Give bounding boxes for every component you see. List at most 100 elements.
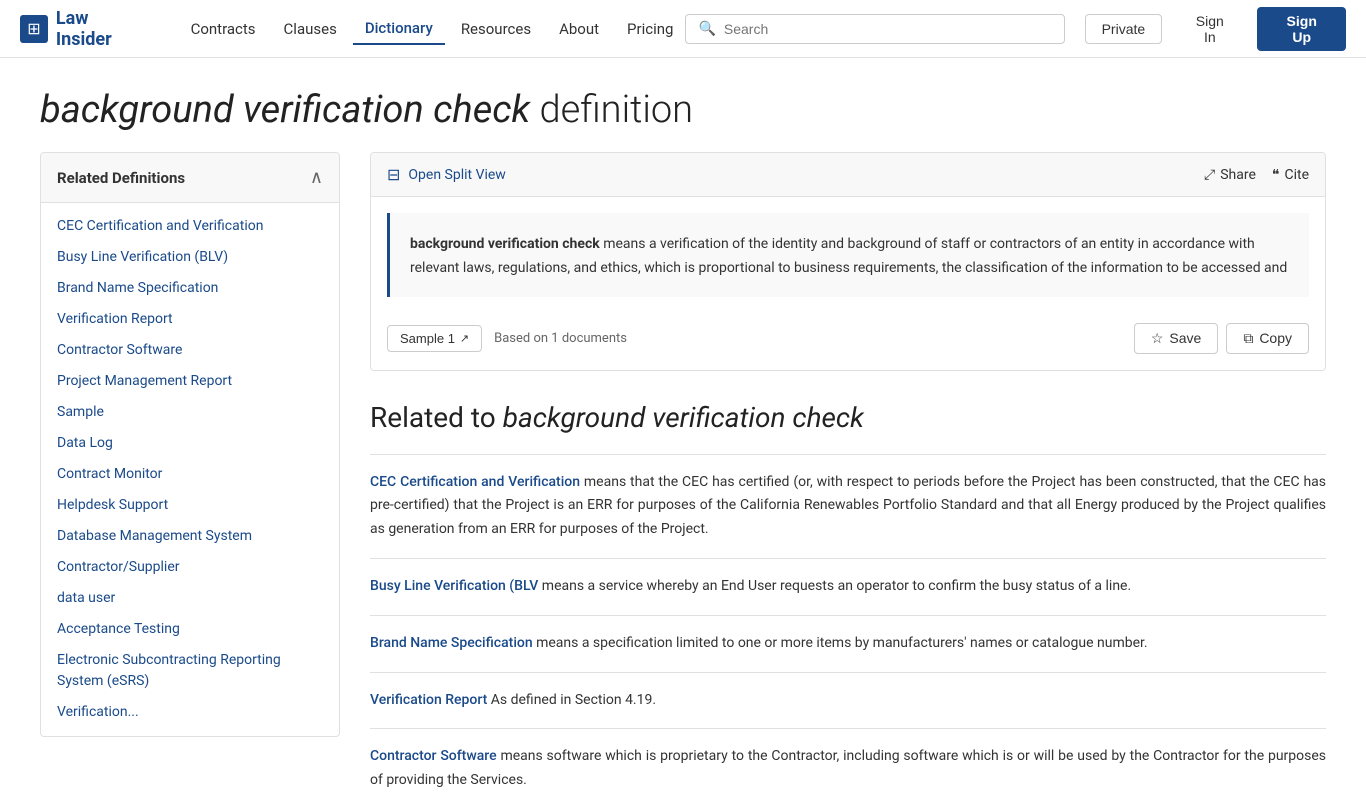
list-item: Project Management Report xyxy=(41,366,339,397)
sign-up-button[interactable]: Sign Up xyxy=(1257,7,1346,51)
related-item-2: Brand Name Specification means a specifi… xyxy=(370,615,1326,672)
share-label: Share xyxy=(1220,167,1256,183)
sign-in-button[interactable]: Sign In xyxy=(1172,7,1247,51)
sidebar-link-3[interactable]: Verification Report xyxy=(57,311,173,327)
sidebar-link-15[interactable]: Verification... xyxy=(57,704,139,720)
search-icon: 🔍 xyxy=(698,21,715,37)
sidebar-link-13[interactable]: Acceptance Testing xyxy=(57,621,180,637)
sidebar-link-11[interactable]: Contractor/Supplier xyxy=(57,559,180,575)
star-icon: ☆ xyxy=(1151,330,1164,347)
sidebar-link-6[interactable]: Sample xyxy=(57,404,104,420)
page-title: background verification check definition xyxy=(40,58,1326,152)
nav-pricing[interactable]: Pricing xyxy=(615,14,685,44)
sidebar-link-1[interactable]: Busy Line Verification (BLV) xyxy=(57,249,228,265)
page-title-suffix: definition xyxy=(530,88,693,132)
list-item: Acceptance Testing xyxy=(41,614,339,645)
related-text-1: Busy Line Verification (BLV means a serv… xyxy=(370,575,1326,599)
related-text-2: Brand Name Specification means a specifi… xyxy=(370,632,1326,656)
sidebar-list: CEC Certification and Verification Busy … xyxy=(41,203,339,736)
logo-icon: ⊞ xyxy=(20,15,48,43)
content-layout: Related Definitions ∧ CEC Certification … xyxy=(40,152,1326,809)
list-item: Contractor/Supplier xyxy=(41,552,339,583)
related-title: Related to background verification check xyxy=(370,401,1326,434)
sidebar-header: Related Definitions ∧ xyxy=(41,153,339,203)
related-item-3: Verification Report As defined in Sectio… xyxy=(370,672,1326,729)
sidebar-link-14[interactable]: Electronic Subcontracting Reporting Syst… xyxy=(57,652,281,689)
list-item: Helpdesk Support xyxy=(41,490,339,521)
nav-clauses[interactable]: Clauses xyxy=(272,14,349,44)
card-footer: Sample 1 ↗ Based on 1 documents ☆ Save ⧉… xyxy=(371,313,1325,370)
private-button[interactable]: Private xyxy=(1085,14,1163,44)
logo[interactable]: ⊞ Law Insider xyxy=(20,8,149,50)
nav-dictionary[interactable]: Dictionary xyxy=(353,13,445,45)
related-content-2: means a specification limited to one or … xyxy=(533,635,1148,651)
related-link-3[interactable]: Verification Report xyxy=(370,692,487,708)
share-button[interactable]: ⤢ Share xyxy=(1204,167,1256,183)
search-bar[interactable]: 🔍 xyxy=(685,14,1064,44)
nav-contracts[interactable]: Contracts xyxy=(179,14,268,44)
sidebar: Related Definitions ∧ CEC Certification … xyxy=(40,152,340,737)
sidebar-link-10[interactable]: Database Management System xyxy=(57,528,252,544)
save-button[interactable]: ☆ Save xyxy=(1134,323,1218,354)
list-item: Contractor Software xyxy=(41,335,339,366)
card-toolbar: ⊟ Open Split View ⤢ Share ❝ Cite xyxy=(371,153,1325,197)
nav-resources[interactable]: Resources xyxy=(449,14,543,44)
cite-label: Cite xyxy=(1284,167,1309,183)
card-footer-right: ☆ Save ⧉ Copy xyxy=(1134,323,1309,354)
sidebar-link-4[interactable]: Contractor Software xyxy=(57,342,182,358)
definition-card: ⊟ Open Split View ⤢ Share ❝ Cite xyxy=(370,152,1326,371)
list-item: Database Management System xyxy=(41,521,339,552)
list-item: Electronic Subcontracting Reporting Syst… xyxy=(41,645,339,697)
related-link-0[interactable]: CEC Certification and Verification xyxy=(370,474,580,490)
header: ⊞ Law Insider Contracts Clauses Dictiona… xyxy=(0,0,1366,58)
sidebar-link-7[interactable]: Data Log xyxy=(57,435,113,451)
sidebar-toggle-icon[interactable]: ∧ xyxy=(310,167,323,188)
list-item: data user xyxy=(41,583,339,614)
sidebar-link-8[interactable]: Contract Monitor xyxy=(57,466,162,482)
related-title-prefix: Related to xyxy=(370,401,503,434)
sidebar-link-2[interactable]: Brand Name Specification xyxy=(57,280,218,296)
sample-button[interactable]: Sample 1 ↗ xyxy=(387,325,482,352)
search-input[interactable] xyxy=(724,21,1052,37)
related-link-2[interactable]: Brand Name Specification xyxy=(370,635,533,651)
related-text-0: CEC Certification and Verification means… xyxy=(370,471,1326,542)
related-content-3: As defined in Section 4.19. xyxy=(487,692,656,708)
card-footer-left: Sample 1 ↗ Based on 1 documents xyxy=(387,325,627,352)
nav-about[interactable]: About xyxy=(547,14,611,44)
list-item: Busy Line Verification (BLV) xyxy=(41,242,339,273)
related-item-0: CEC Certification and Verification means… xyxy=(370,454,1326,558)
list-item: Contract Monitor xyxy=(41,459,339,490)
related-content-1: means a service whereby an End User requ… xyxy=(538,578,1131,594)
definition-term: background verification check xyxy=(410,236,600,252)
main-nav: Contracts Clauses Dictionary Resources A… xyxy=(179,13,686,45)
list-item: Brand Name Specification xyxy=(41,273,339,304)
sidebar-link-9[interactable]: Helpdesk Support xyxy=(57,497,168,513)
related-link-1[interactable]: Busy Line Verification (BLV xyxy=(370,578,538,594)
related-content-4: means software which is proprietary to t… xyxy=(370,748,1326,788)
card-actions: ⤢ Share ❝ Cite xyxy=(1204,167,1309,183)
list-item: Sample xyxy=(41,397,339,428)
cite-icon: ❝ xyxy=(1272,167,1280,183)
related-item-4: Contractor Software means software which… xyxy=(370,728,1326,809)
definition-section: ⊟ Open Split View ⤢ Share ❝ Cite xyxy=(370,152,1326,809)
related-title-italic: background verification check xyxy=(503,401,864,434)
open-split-view-button[interactable]: ⊟ Open Split View xyxy=(387,165,506,184)
related-text-3: Verification Report As defined in Sectio… xyxy=(370,689,1326,713)
sidebar-link-5[interactable]: Project Management Report xyxy=(57,373,232,389)
logo-text: Law Insider xyxy=(56,8,149,50)
related-text-4: Contractor Software means software which… xyxy=(370,745,1326,793)
cite-button[interactable]: ❝ Cite xyxy=(1272,167,1309,183)
based-on-text: Based on 1 documents xyxy=(494,331,627,346)
related-item-1: Busy Line Verification (BLV means a serv… xyxy=(370,558,1326,615)
open-split-view-label: Open Split View xyxy=(408,167,505,183)
sidebar-link-12[interactable]: data user xyxy=(57,590,115,606)
copy-button[interactable]: ⧉ Copy xyxy=(1226,323,1309,354)
list-item: Verification... xyxy=(41,697,339,728)
related-link-4[interactable]: Contractor Software xyxy=(370,748,497,764)
copy-label: Copy xyxy=(1259,330,1292,346)
sidebar-link-0[interactable]: CEC Certification and Verification xyxy=(57,218,263,234)
header-actions: Private Sign In Sign Up xyxy=(1085,7,1346,51)
page-title-italic: background verification check xyxy=(40,88,530,132)
split-view-icon: ⊟ xyxy=(387,165,400,184)
list-item: Data Log xyxy=(41,428,339,459)
